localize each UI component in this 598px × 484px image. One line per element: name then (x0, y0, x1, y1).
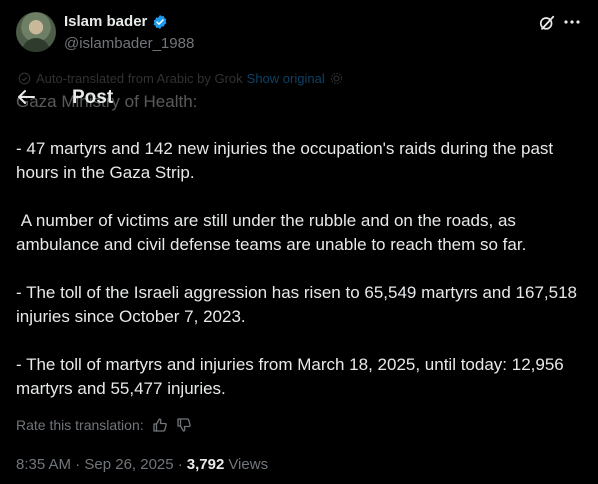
translation-notice-text: Auto-translated from Arabic by Grok (36, 70, 243, 86)
post-timestamp[interactable]: 8:35 AM · Sep 26, 2025 · (16, 456, 183, 473)
post-body: - 47 martyrs and 142 new injuries the oc… (16, 137, 586, 401)
thumbs-down-icon[interactable] (176, 417, 192, 433)
rate-translation: Rate this translation: (16, 417, 192, 433)
verified-badge-icon (153, 15, 167, 29)
page-title: Post (72, 87, 114, 108)
post-paragraph: - 47 martyrs and 142 new injuries the oc… (16, 139, 558, 182)
post-paragraph: - The toll of the Israeli aggression has… (16, 283, 582, 326)
more-icon[interactable] (563, 13, 581, 31)
grok-icon[interactable] (537, 13, 557, 33)
gear-icon[interactable] (330, 72, 343, 85)
translate-icon (18, 72, 31, 84)
show-original-link[interactable]: Show original (247, 71, 325, 86)
author-name[interactable]: Islam bader (64, 13, 147, 30)
post-paragraph: - The toll of martyrs and injuries from … (16, 355, 569, 398)
post-meta: 8:35 AM · Sep 26, 2025 · 3,792 Views (16, 456, 268, 473)
rate-translation-label: Rate this translation: (16, 417, 144, 433)
views-count: 3,792 (186, 456, 225, 473)
back-arrow-icon[interactable] (16, 87, 36, 107)
author-handle[interactable]: @islambader_1988 (64, 35, 194, 52)
thumbs-up-icon[interactable] (152, 417, 168, 433)
views-label: Views (228, 456, 269, 473)
post-paragraph: A number of victims are still under the … (16, 211, 527, 254)
avatar[interactable] (16, 12, 56, 52)
translation-notice: Auto-translated from Arabic by Grok Show… (18, 70, 343, 86)
